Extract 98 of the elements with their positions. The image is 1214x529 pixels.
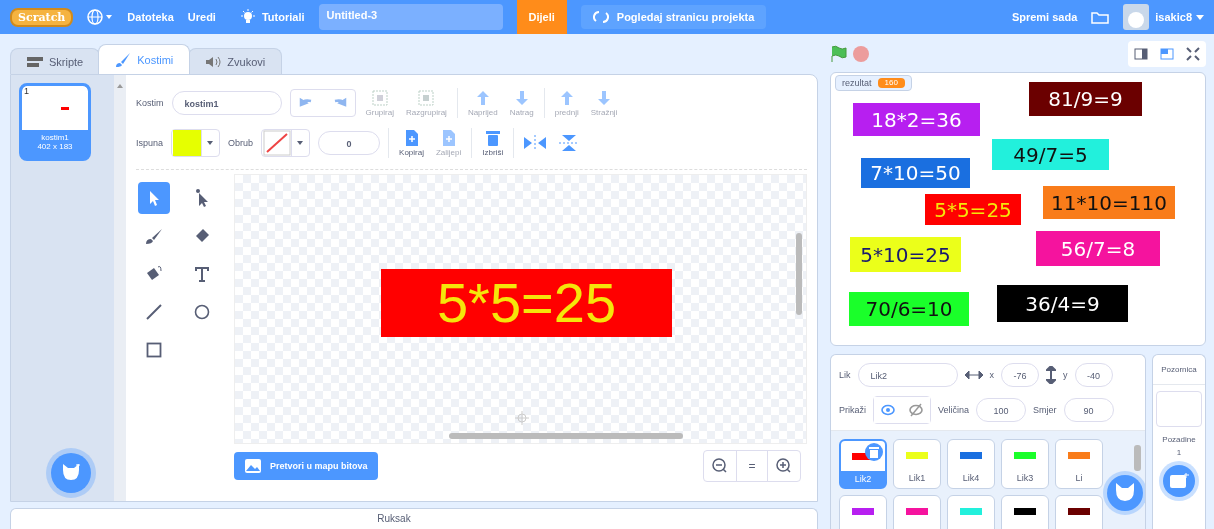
tutorials-menu[interactable]: Tutoriali bbox=[239, 9, 305, 25]
toolbar-button[interactable]: Kopiraj bbox=[397, 129, 426, 157]
image-icon bbox=[244, 458, 262, 474]
sprite-tile[interactable]: Lik4 bbox=[947, 439, 995, 489]
drawing-canvas[interactable]: 5*5=25 bbox=[234, 174, 807, 444]
flag-icon[interactable] bbox=[830, 45, 848, 63]
add-backdrop-button[interactable] bbox=[1163, 465, 1195, 497]
costume-thumbnail-icon bbox=[61, 106, 69, 110]
globe-icon[interactable] bbox=[87, 9, 114, 25]
sprite-label: Lik bbox=[839, 369, 851, 380]
blocks-icon bbox=[27, 56, 43, 67]
avatar-icon[interactable] bbox=[1123, 4, 1150, 30]
costume-size: 402 x 183 bbox=[36, 142, 74, 151]
costume-number: 1 bbox=[24, 86, 29, 96]
variable-value: 160 bbox=[877, 78, 905, 88]
caret-icon bbox=[207, 141, 214, 145]
lightbulb-icon bbox=[239, 9, 256, 25]
stage-sprite[interactable]: 36/4=9 bbox=[997, 285, 1128, 322]
toolbar-button[interactable]: Izbriši bbox=[480, 129, 506, 157]
delete-sprite-button[interactable] bbox=[865, 443, 883, 461]
stage-sprite[interactable]: 56/7=8 bbox=[1036, 231, 1160, 266]
editor-tab[interactable]: Kostimi bbox=[98, 44, 191, 74]
menu-item[interactable]: Datoteka bbox=[127, 11, 174, 23]
stage-panel-title: Pozornica bbox=[1153, 355, 1205, 385]
line-icon bbox=[144, 302, 164, 322]
convert-to-bitmap-button[interactable]: Pretvori u mapu bitova bbox=[234, 452, 378, 480]
stop-icon[interactable] bbox=[852, 45, 870, 63]
circle-icon bbox=[192, 302, 212, 322]
stage-sprite[interactable]: 7*10=50 bbox=[861, 158, 970, 188]
stage-sprite[interactable]: 5*5=25 bbox=[925, 194, 1021, 225]
flip-horizontal-icon[interactable] bbox=[522, 134, 549, 152]
stage-sprite[interactable]: 11*10=110 bbox=[1043, 186, 1175, 219]
editor-tab[interactable]: Skripte bbox=[10, 48, 101, 74]
horizontal-scrollbar[interactable] bbox=[449, 433, 683, 439]
costume-tile[interactable]: 1 kostim1 402 x 183 bbox=[19, 83, 91, 161]
costume-text[interactable]: 5*5=25 bbox=[381, 269, 672, 337]
backdrops-label: Pozadine bbox=[1162, 434, 1196, 446]
text-icon bbox=[192, 264, 212, 284]
variable-name: rezultat bbox=[842, 78, 872, 88]
group-icon bbox=[370, 89, 389, 107]
stage-thumbnail[interactable] bbox=[1156, 391, 1202, 427]
no-color-icon bbox=[263, 130, 292, 156]
paint-tool[interactable] bbox=[138, 182, 170, 214]
speaker-icon bbox=[205, 55, 222, 68]
arrows-icon bbox=[592, 11, 609, 23]
add-sprite-button[interactable] bbox=[1107, 475, 1143, 511]
folder-icon[interactable] bbox=[1091, 10, 1110, 24]
vertical-scrollbar[interactable] bbox=[796, 233, 802, 315]
sprite-name: Lik1 bbox=[907, 472, 927, 485]
fill-color-picker[interactable] bbox=[171, 129, 221, 157]
stage-sprite[interactable]: 81/9=9 bbox=[1029, 82, 1142, 116]
size-label: Veličina bbox=[938, 405, 970, 416]
sprite-name: Li bbox=[1074, 472, 1084, 485]
costume-label: Kostim bbox=[136, 98, 164, 108]
menu-item[interactable]: Uredi bbox=[187, 11, 216, 23]
stage-sprite[interactable]: 49/7=5 bbox=[992, 139, 1109, 170]
stage-sprite[interactable]: 70/6=10 bbox=[849, 292, 969, 326]
y-label: y bbox=[1063, 369, 1068, 380]
backpack-label: Ruksak bbox=[377, 512, 411, 526]
direction-label: Smjer bbox=[1033, 405, 1057, 416]
backdrop-icon bbox=[1169, 473, 1189, 489]
stage-sprite[interactable]: 18*2=36 bbox=[853, 103, 980, 136]
document-plus-icon bbox=[440, 129, 457, 147]
backpack-bar[interactable]: Ruksak bbox=[10, 508, 818, 529]
sprite-tile[interactable]: Lik1 bbox=[893, 439, 941, 489]
stage[interactable]: rezultat 160 18*2=36 81/9=9 7*10=50 49/7=5 5*5=25 11*10=110 5*10=25 56/7=8 70/6=10 36/4=9 bbox=[830, 72, 1206, 346]
sprite-tile[interactable]: Li bbox=[1055, 439, 1103, 489]
trash-icon bbox=[484, 129, 501, 147]
horizontal-arrows-icon bbox=[964, 369, 983, 380]
backdrops-count: 1 bbox=[1176, 447, 1182, 459]
rectangle-icon bbox=[144, 340, 164, 360]
outline-label: Obrub bbox=[228, 138, 254, 148]
caret-icon bbox=[297, 141, 304, 145]
trash-icon bbox=[869, 446, 879, 458]
vertical-arrows-icon bbox=[1046, 365, 1056, 384]
brush-icon bbox=[144, 226, 164, 246]
costume-name: kostim1 bbox=[40, 133, 70, 142]
cat-icon bbox=[61, 464, 81, 482]
outline-color-picker[interactable] bbox=[261, 129, 311, 157]
caret-icon[interactable] bbox=[1196, 14, 1204, 20]
cat-icon bbox=[1114, 483, 1136, 503]
show-label: Prikaži bbox=[839, 405, 866, 416]
sprite-list-scrollbar[interactable] bbox=[1134, 445, 1141, 471]
save-now-link[interactable]: Spremi sada bbox=[1011, 11, 1078, 23]
add-costume-button[interactable] bbox=[51, 453, 91, 493]
x-label: x bbox=[989, 369, 994, 380]
ungroup-icon bbox=[417, 89, 436, 107]
editor-tab[interactable]: Zvukovi bbox=[188, 48, 283, 74]
crosshair-icon bbox=[515, 411, 529, 425]
user-menu[interactable]: isakic8 bbox=[1155, 11, 1192, 23]
sprite-tile[interactable]: Lik3 bbox=[1001, 439, 1049, 489]
document-plus-icon bbox=[403, 129, 420, 147]
sprite-name: Lik2 bbox=[841, 471, 885, 487]
fill-label: Ispuna bbox=[136, 138, 164, 148]
sprite-tile[interactable]: Lik2 bbox=[839, 439, 887, 489]
sprite-name: Lik3 bbox=[1015, 472, 1035, 485]
stage-sprite[interactable]: 5*10=25 bbox=[850, 237, 961, 272]
sprite-name: Lik4 bbox=[961, 472, 981, 485]
